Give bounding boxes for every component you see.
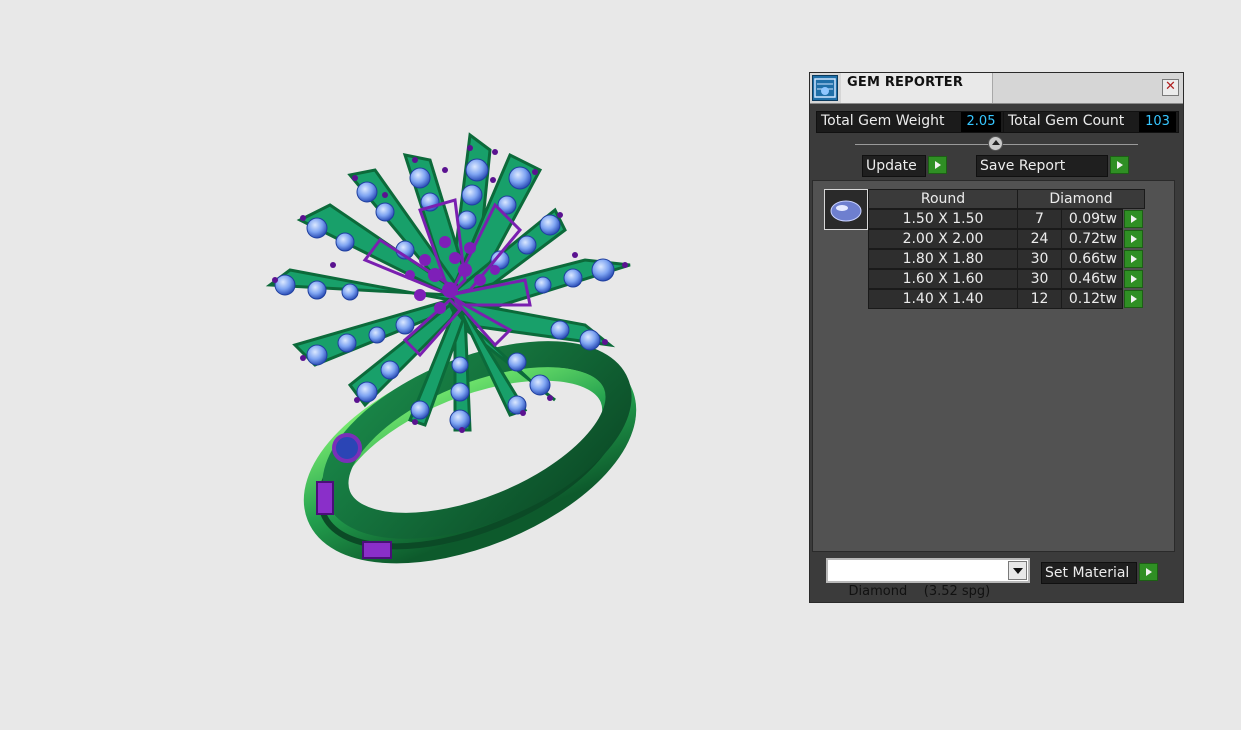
total-gem-count-value: 103	[1139, 112, 1176, 132]
3d-viewport[interactable]	[0, 0, 800, 730]
panel-title: GEM REPORTER	[847, 75, 964, 90]
gem-reporter-panel: GEM REPORTER ✕ Total Gem Weight 2.05 Tot…	[809, 72, 1184, 603]
gem-row-size: 1.80 X 1.80	[868, 249, 1018, 269]
gem-row-weight: 0.12tw	[1061, 289, 1123, 309]
save-report-play-icon[interactable]	[1110, 156, 1129, 174]
material-select-value: Diamond (3.52 spg)	[848, 584, 991, 599]
panel-titlebar[interactable]: GEM REPORTER ✕	[810, 73, 1183, 104]
ring-model-render	[265, 132, 637, 564]
total-gem-count-field: Total Gem Count 103	[1003, 111, 1179, 133]
gem-row-size: 1.50 X 1.50	[868, 209, 1018, 229]
set-material-button[interactable]: Set Material	[1041, 562, 1137, 584]
gem-row-select-icon[interactable]	[1124, 230, 1143, 248]
gem-reporter-app-icon	[812, 75, 838, 101]
set-material-play-icon[interactable]	[1139, 563, 1158, 581]
gem-row-weight: 0.72tw	[1061, 229, 1123, 249]
material-select[interactable]: Diamond (3.52 spg)	[826, 558, 1030, 599]
update-play-icon[interactable]	[928, 156, 947, 174]
round-gem-thumbnail[interactable]	[824, 189, 868, 230]
gem-material-header: Diamond	[1017, 189, 1145, 209]
gem-row-select-icon[interactable]	[1124, 290, 1143, 308]
gem-row-weight: 0.09tw	[1061, 209, 1123, 229]
save-report-button[interactable]: Save Report	[976, 155, 1108, 177]
gem-row-select-icon[interactable]	[1124, 270, 1143, 288]
gem-row-select-icon[interactable]	[1124, 250, 1143, 268]
gem-row-size: 2.00 X 2.00	[868, 229, 1018, 249]
panel-slider-handle[interactable]	[988, 136, 1003, 151]
total-gem-weight-value: 2.05	[961, 112, 1001, 132]
total-gem-weight-label: Total Gem Weight	[821, 113, 945, 129]
update-button[interactable]: Update	[862, 155, 926, 177]
close-icon[interactable]: ✕	[1162, 79, 1179, 96]
gem-row-count: 7	[1017, 209, 1062, 229]
gem-row-weight: 0.46tw	[1061, 269, 1123, 289]
gem-row-size: 1.60 X 1.60	[868, 269, 1018, 289]
chevron-down-icon[interactable]	[1008, 561, 1027, 580]
total-gem-count-label: Total Gem Count	[1008, 113, 1125, 129]
gem-row-weight: 0.66tw	[1061, 249, 1123, 269]
gem-report-area: Round Diamond 1.50 X 1.50 7 0.09tw 2.00 …	[812, 180, 1175, 552]
gem-row-select-icon[interactable]	[1124, 210, 1143, 228]
gem-row-count: 30	[1017, 249, 1062, 269]
total-gem-weight-field: Total Gem Weight 2.05	[816, 111, 1004, 133]
gem-row-size: 1.40 X 1.40	[868, 289, 1018, 309]
gem-shape-header: Round	[868, 189, 1018, 209]
gem-row-count: 30	[1017, 269, 1062, 289]
gem-row-count: 24	[1017, 229, 1062, 249]
gem-row-count: 12	[1017, 289, 1062, 309]
